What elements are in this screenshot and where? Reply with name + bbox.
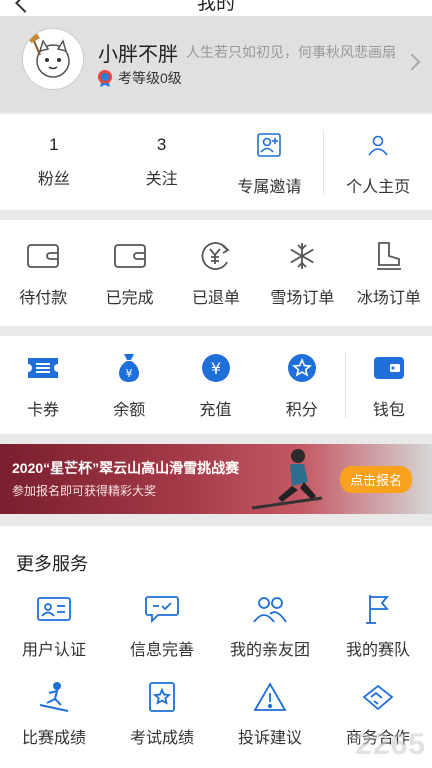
chat-check-icon [143, 590, 181, 628]
page-title: 我的 [196, 0, 235, 14]
coupons-label: 卡券 [27, 402, 60, 419]
points-label: 积分 [285, 402, 318, 419]
order-ice[interactable]: 冰场订单 [346, 220, 432, 326]
balance-button[interactable]: ¥ 余额 [86, 336, 172, 434]
invite-label: 专属邀请 [237, 179, 302, 196]
watermark: 2265 [355, 728, 426, 761]
level-badge: 考等级0级 [96, 67, 182, 89]
order-snow[interactable]: 雪场订单 [259, 220, 345, 326]
wallet-icon [371, 350, 407, 386]
followers-count: 1 [49, 135, 59, 154]
ticket-icon [25, 350, 61, 386]
skier-icon [35, 678, 73, 716]
followers-stat[interactable]: 1 粉丝 [0, 114, 108, 210]
order-refunded[interactable]: 已退单 [173, 220, 259, 326]
level-text: 考等级0级 [118, 70, 182, 86]
recharge-label: 充值 [199, 402, 232, 419]
section-title: 更多服务 [16, 554, 88, 574]
service-info[interactable]: 信息完善 [108, 590, 216, 678]
service-label: 考试成绩 [129, 730, 194, 747]
skate-icon [371, 238, 407, 274]
service-label: 我的赛队 [345, 642, 410, 659]
stats-section: 1 粉丝 3 关注 专属邀请 个人主页 [0, 114, 432, 210]
handshake-icon [359, 678, 397, 716]
banner-subtitle: 参加报名即可获得精彩大奖 [12, 484, 157, 498]
coupons-button[interactable]: 卡券 [0, 336, 86, 434]
id-card-icon [35, 590, 73, 628]
flag-icon [359, 590, 397, 628]
svg-text:¥: ¥ [126, 367, 133, 380]
order-label: 雪场订单 [270, 290, 335, 307]
warning-icon [251, 678, 289, 716]
yen-coin-icon: ¥ [198, 350, 234, 386]
service-label: 比赛成绩 [21, 730, 86, 747]
service-user-auth[interactable]: 用户认证 [0, 590, 108, 678]
service-label: 用户认证 [21, 642, 86, 659]
service-feedback[interactable]: 投诉建议 [216, 678, 324, 766]
order-completed[interactable]: 已完成 [86, 220, 172, 326]
refund-icon [198, 238, 234, 274]
register-button[interactable]: 点击报名 [339, 466, 412, 493]
orders-section: 待付款 已完成 已退单 雪场订单 冰场订单 [0, 220, 432, 326]
order-label: 已完成 [105, 290, 154, 307]
snowflake-icon [284, 238, 320, 274]
username: 小胖不胖 [98, 44, 178, 66]
chevron-right-icon[interactable] [403, 53, 421, 71]
following-label: 关注 [145, 171, 178, 188]
group-icon [251, 590, 289, 628]
star-coin-icon [284, 350, 320, 386]
order-label: 已退单 [192, 290, 241, 307]
avatar[interactable] [22, 28, 84, 90]
balance-label: 余额 [113, 402, 146, 419]
service-label: 信息完善 [129, 642, 194, 659]
following-stat[interactable]: 3 关注 [108, 114, 216, 210]
profile-card[interactable]: 小胖不胖 人生若只如初见，何事秋风悲画扇 考等级0级 [0, 16, 432, 112]
star-badge-icon [143, 678, 181, 716]
event-banner[interactable]: 2020“星芒杯”翠云山高山滑雪挑战赛 参加报名即可获得精彩大奖 点击报名 [0, 444, 432, 514]
wallet-button[interactable]: 钱包 [346, 336, 432, 434]
wallet-outline-icon [25, 238, 61, 274]
svg-text:¥: ¥ [210, 359, 220, 378]
homepage-label: 个人主页 [346, 179, 411, 196]
motto: 人生若只如初见，何事秋风悲画扇 [186, 44, 396, 60]
recharge-button[interactable]: ¥ 充值 [172, 336, 258, 434]
invite-icon [251, 127, 287, 163]
service-exam[interactable]: 考试成绩 [108, 678, 216, 766]
person-icon [360, 127, 396, 163]
service-label: 投诉建议 [237, 730, 302, 747]
banner-title: 2020“星芒杯”翠云山高山滑雪挑战赛 [12, 460, 240, 476]
assets-section: 卡券 ¥ 余额 ¥ 充值 积分 钱包 [0, 336, 432, 434]
wallet-label: 钱包 [372, 402, 405, 419]
top-bar: 我的 [0, 0, 432, 16]
service-label: 我的亲友团 [229, 642, 310, 659]
invite-button[interactable]: 专属邀请 [216, 114, 324, 210]
followers-label: 粉丝 [37, 171, 70, 188]
wallet-outline-icon [112, 238, 148, 274]
service-family[interactable]: 我的亲友团 [216, 590, 324, 678]
service-team[interactable]: 我的赛队 [324, 590, 432, 678]
medal-icon [98, 70, 112, 87]
more-services-section: 更多服务 用户认证 信息完善 我的亲友团 我的赛队 比赛成绩 考试成绩 投诉建议… [0, 526, 432, 768]
skier-illustration [251, 449, 323, 510]
order-label: 待付款 [19, 290, 68, 307]
order-label: 冰场订单 [356, 290, 421, 307]
service-results[interactable]: 比赛成绩 [0, 678, 108, 766]
following-count: 3 [156, 135, 167, 154]
homepage-button[interactable]: 个人主页 [324, 114, 432, 210]
money-bag-icon: ¥ [111, 350, 147, 386]
points-button[interactable]: 积分 [259, 336, 345, 434]
order-pending[interactable]: 待付款 [0, 220, 86, 326]
